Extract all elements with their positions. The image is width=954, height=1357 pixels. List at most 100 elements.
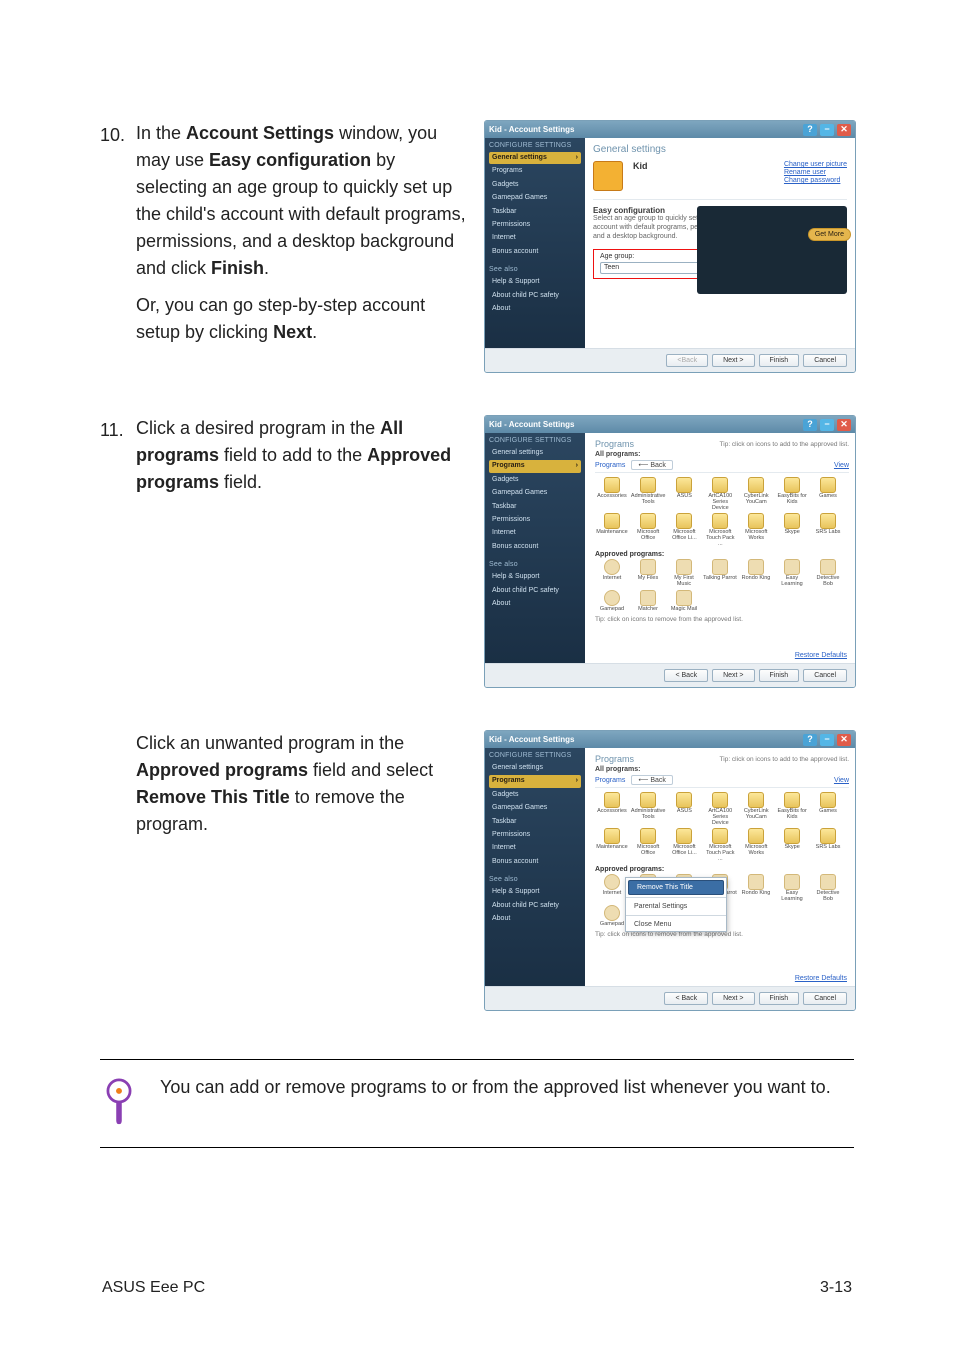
program-item[interactable]: Microsoft Touch Pack ... <box>703 828 737 862</box>
sidebar-item-help[interactable]: Help & Support <box>489 276 581 288</box>
sidebar-item-permissions[interactable]: Permissions <box>489 514 581 526</box>
restore-defaults-link[interactable]: Restore Defaults <box>795 652 847 659</box>
program-item[interactable]: Games <box>811 792 845 826</box>
help-icon[interactable]: ? <box>803 124 817 136</box>
program-item[interactable]: Easy Learning <box>775 874 809 903</box>
program-item[interactable]: Accessories <box>595 792 629 826</box>
view-link[interactable]: View <box>834 777 849 784</box>
program-item[interactable]: CyberLink YouCam <box>739 792 773 826</box>
close-icon[interactable]: ✕ <box>837 734 851 746</box>
program-item[interactable]: SRS Labs <box>811 513 845 547</box>
next-button[interactable]: Next > <box>712 992 754 1005</box>
program-item[interactable]: SRS Labs <box>811 828 845 862</box>
change-password-link[interactable]: Change password <box>784 177 847 184</box>
sidebar-item-bonus[interactable]: Bonus account <box>489 856 581 868</box>
restore-defaults-link[interactable]: Restore Defaults <box>795 975 847 982</box>
sidebar-item-about-safety[interactable]: About child PC safety <box>489 900 581 912</box>
next-button[interactable]: Next > <box>712 669 754 682</box>
sidebar-item-bonus[interactable]: Bonus account <box>489 246 581 258</box>
finish-button[interactable]: Finish <box>759 354 800 367</box>
program-item[interactable]: Gamepad <box>595 905 629 928</box>
program-item[interactable]: My Files <box>631 559 665 588</box>
sidebar-item-games[interactable]: Gamepad Games <box>489 192 581 204</box>
program-item[interactable]: Easy Learning <box>775 559 809 588</box>
program-item[interactable]: Microsoft Works <box>739 513 773 547</box>
close-icon[interactable]: ✕ <box>837 419 851 431</box>
rename-user-link[interactable]: Rename user <box>784 169 847 176</box>
program-item[interactable]: Talking Parrot <box>703 559 737 588</box>
program-item[interactable]: Matcher <box>631 590 665 613</box>
sidebar-item-taskbar[interactable]: Taskbar <box>489 501 581 513</box>
view-link[interactable]: View <box>834 462 849 469</box>
sidebar-item-about-safety[interactable]: About child PC safety <box>489 290 581 302</box>
program-item[interactable]: CyberLink YouCam <box>739 477 773 511</box>
program-item[interactable]: Skype <box>775 513 809 547</box>
program-item[interactable]: Skype <box>775 828 809 862</box>
program-item[interactable]: Internet <box>595 874 629 903</box>
program-item[interactable]: Microsoft Office Li... <box>667 828 701 862</box>
minimize-icon[interactable]: − <box>820 124 834 136</box>
help-icon[interactable]: ? <box>803 419 817 431</box>
sidebar-item-help[interactable]: Help & Support <box>489 571 581 583</box>
program-item[interactable]: ASUS <box>667 792 701 826</box>
sidebar-item-games[interactable]: Gamepad Games <box>489 802 581 814</box>
program-item[interactable]: ArtCA100 Series Device <box>703 792 737 826</box>
ctx-close-menu[interactable]: Close Menu <box>626 918 726 931</box>
program-item[interactable]: Internet <box>595 559 629 588</box>
sidebar-item-about[interactable]: About <box>489 598 581 610</box>
program-item[interactable]: My First Music <box>667 559 701 588</box>
program-item[interactable]: EasyBits for Kids <box>775 477 809 511</box>
program-item[interactable]: Administrative Tools <box>631 792 666 826</box>
program-item[interactable]: Rondo King <box>739 559 773 588</box>
sidebar-item-about-safety[interactable]: About child PC safety <box>489 585 581 597</box>
programs-tab[interactable]: Programs <box>595 777 625 784</box>
change-picture-link[interactable]: Change user picture <box>784 161 847 168</box>
program-item[interactable]: EasyBits for Kids <box>775 792 809 826</box>
programs-tab[interactable]: Programs <box>595 462 625 469</box>
back-nav-button[interactable]: ⟵ Back <box>631 460 673 470</box>
sidebar-item-gadgets[interactable]: Gadgets <box>489 474 581 486</box>
sidebar-item-gadgets[interactable]: Gadgets <box>489 789 581 801</box>
back-button[interactable]: <Back <box>666 354 708 367</box>
program-item[interactable]: Accessories <box>595 477 629 511</box>
sidebar-item-taskbar[interactable]: Taskbar <box>489 206 581 218</box>
sidebar-item-programs[interactable]: Programs› <box>489 775 581 787</box>
sidebar-item-internet[interactable]: Internet <box>489 527 581 539</box>
program-item[interactable]: Magic Mail <box>667 590 701 613</box>
sidebar-item-help[interactable]: Help & Support <box>489 886 581 898</box>
next-button[interactable]: Next > <box>712 354 754 367</box>
sidebar-item-bonus[interactable]: Bonus account <box>489 541 581 553</box>
finish-button[interactable]: Finish <box>759 669 800 682</box>
sidebar-item-gadgets[interactable]: Gadgets <box>489 179 581 191</box>
sidebar-item-general[interactable]: General settings <box>489 447 581 459</box>
back-button[interactable]: < Back <box>664 992 708 1005</box>
program-item[interactable]: Microsoft Touch Pack ... <box>703 513 737 547</box>
sidebar-item-general[interactable]: General settings› <box>489 152 581 164</box>
program-item[interactable]: Detective Bob <box>811 874 845 903</box>
minimize-icon[interactable]: − <box>820 734 834 746</box>
help-icon[interactable]: ? <box>803 734 817 746</box>
sidebar-item-permissions[interactable]: Permissions <box>489 219 581 231</box>
minimize-icon[interactable]: − <box>820 419 834 431</box>
get-more-button[interactable]: Get More <box>808 228 851 241</box>
close-icon[interactable]: ✕ <box>837 124 851 136</box>
program-item[interactable]: Administrative Tools <box>631 477 666 511</box>
sidebar-item-programs[interactable]: Programs <box>489 165 581 177</box>
sidebar-item-games[interactable]: Gamepad Games <box>489 487 581 499</box>
program-item[interactable]: Rondo King <box>739 874 773 903</box>
sidebar-item-taskbar[interactable]: Taskbar <box>489 816 581 828</box>
program-item[interactable]: Maintenance <box>595 513 629 547</box>
program-item[interactable]: Games <box>811 477 845 511</box>
program-item[interactable]: Detective Bob <box>811 559 845 588</box>
cancel-button[interactable]: Cancel <box>803 669 847 682</box>
program-item[interactable]: Maintenance <box>595 828 629 862</box>
back-button[interactable]: < Back <box>664 669 708 682</box>
sidebar-item-about[interactable]: About <box>489 913 581 925</box>
sidebar-item-general[interactable]: General settings <box>489 762 581 774</box>
program-item[interactable]: ArtCA100 Series Device <box>703 477 737 511</box>
program-item[interactable]: ASUS <box>667 477 701 511</box>
sidebar-item-about[interactable]: About <box>489 303 581 315</box>
program-item[interactable]: Microsoft Works <box>739 828 773 862</box>
back-nav-button[interactable]: ⟵ Back <box>631 775 673 785</box>
ctx-parental-settings[interactable]: Parental Settings <box>626 900 726 913</box>
